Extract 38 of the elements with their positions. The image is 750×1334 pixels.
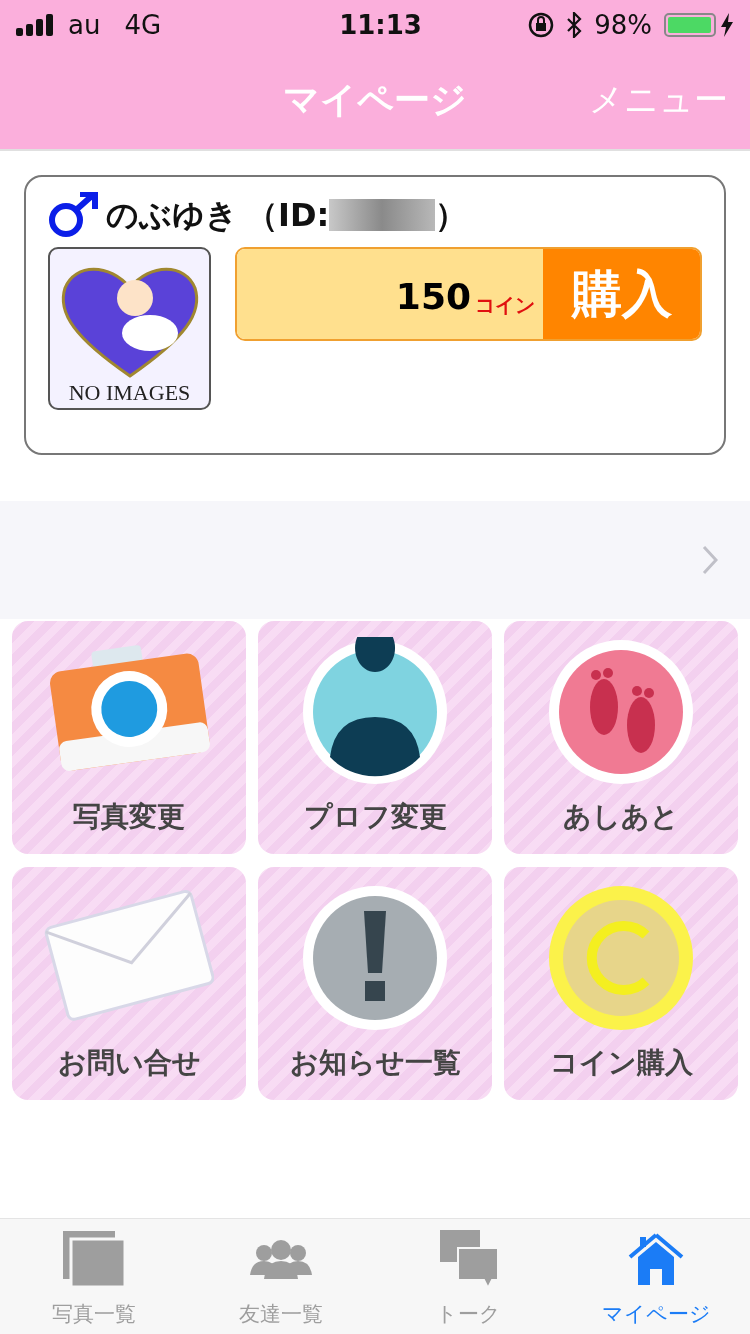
- coin-unit: コイン: [475, 295, 535, 315]
- home-icon: [628, 1232, 685, 1285]
- carrier-text: au: [68, 8, 101, 42]
- bluetooth-icon: [566, 12, 583, 38]
- clock-text: 11:13: [339, 8, 422, 42]
- person-icon: [300, 637, 450, 787]
- id-label: （ID:: [246, 195, 330, 236]
- menu-tile[interactable]: 写真変更: [12, 621, 246, 854]
- footprints-icon: [546, 637, 696, 787]
- tab-item[interactable]: マイページ: [562, 1219, 750, 1334]
- banner-row[interactable]: [0, 501, 750, 619]
- page-title: マイページ: [283, 77, 467, 122]
- id-close-paren: ）: [435, 195, 468, 236]
- tile-label: プロフ変更: [303, 799, 447, 835]
- tile-label: 写真変更: [73, 799, 185, 835]
- menu-tile[interactable]: あしあと: [504, 621, 738, 854]
- user-name: のぶゆき: [106, 195, 238, 236]
- tile-label: コイン購入: [549, 1045, 693, 1081]
- speech-bubbles-icon: [439, 1229, 498, 1288]
- network-text: 4G: [124, 8, 162, 42]
- battery-percent: 98%: [594, 8, 652, 42]
- rotation-lock-icon: [528, 12, 555, 38]
- coin-count: 150: [395, 279, 471, 315]
- tile-label: お知らせ一覧: [289, 1045, 461, 1081]
- menu-tile[interactable]: お知らせ一覧: [258, 867, 492, 1100]
- signal-icon: [16, 14, 56, 36]
- chevron-right-icon: [702, 545, 718, 575]
- charging-icon: [720, 13, 734, 37]
- exclamation-icon: [300, 883, 450, 1033]
- coin-icon: [546, 883, 696, 1033]
- stacked-squares-icon: [62, 1230, 125, 1287]
- tile-label: あしあと: [563, 799, 679, 835]
- menu-tile[interactable]: プロフ変更: [258, 621, 492, 854]
- tile-label: お問い合せ: [57, 1045, 201, 1081]
- people-icon: [250, 1238, 313, 1279]
- no-images-caption: NO IMAGES: [68, 379, 191, 407]
- menu-tile[interactable]: お問い合せ: [12, 867, 246, 1100]
- menu-tile[interactable]: コイン購入: [504, 867, 738, 1100]
